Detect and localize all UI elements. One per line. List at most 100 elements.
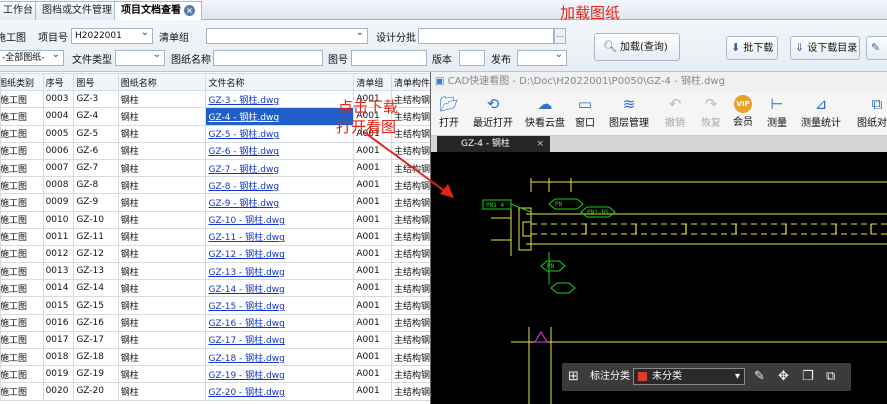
table-row[interactable]: 施工图 0020 GZ-20 钢柱 GZ-20 - 钢柱.dwg A001 主结构钢 (0, 382, 432, 401)
load-query-label: 加载(查询) (619, 42, 668, 53)
ribbon-button-folder[interactable]: 📂︎ 打开 (439, 94, 459, 129)
file-link[interactable]: GZ-17 - 钢柱.dwg (205, 330, 355, 350)
file-link[interactable]: GZ-4 - 钢柱.dwg (205, 107, 355, 126)
table-cell: 0013 (42, 262, 75, 281)
file-link[interactable]: GZ-10 - 钢柱.dwg (205, 210, 355, 229)
drawing-name-label: 图纸名称 (171, 55, 211, 66)
ribbon-button-layers[interactable]: ≋ 图层管理 (609, 94, 649, 129)
col-header[interactable]: 文件名称 (205, 73, 355, 92)
table-cell: GZ-20 (73, 382, 119, 401)
set-download-dir-button[interactable]: ⇓ 设下载目录 (790, 36, 860, 60)
table-row[interactable]: 施工图 0012 GZ-12 钢柱 GZ-12 - 钢柱.dwg A001 主结构钢 (0, 244, 432, 264)
ribbon-button-label: 撤销 (665, 118, 685, 129)
design-batch-picker-button[interactable]: ... (554, 28, 566, 44)
file-link[interactable]: GZ-11 - 钢柱.dwg (205, 227, 355, 246)
ribbon-button-vip[interactable]: VIP 会员 (733, 94, 753, 128)
ribbon-button-label: 恢复 (701, 118, 721, 129)
table-row[interactable]: 施工图 0014 GZ-14 钢柱 GZ-14 - 钢柱.dwg A001 主结构钢 (0, 279, 432, 298)
batch-download-button[interactable]: ⬇ 批下载 (726, 36, 778, 60)
edit-icon[interactable]: ✎ (754, 363, 765, 391)
folder-download-icon: ⇓ (795, 41, 805, 54)
col-header[interactable]: 序号 (42, 73, 75, 92)
drawing-no-input[interactable] (351, 50, 427, 66)
col-header[interactable]: 图纸类别 (0, 73, 44, 92)
file-link[interactable]: GZ-18 - 钢柱.dwg (205, 347, 355, 367)
version-input[interactable] (459, 50, 485, 66)
file-link[interactable]: GZ-8 - 钢柱.dwg (205, 176, 355, 195)
file-link[interactable]: GZ-6 - 钢柱.dwg (205, 141, 355, 160)
table-cell: 钢柱 (117, 90, 207, 109)
file-type-select[interactable] (115, 50, 165, 66)
ribbon-button-redo[interactable]: ↷ 恢复 (701, 94, 721, 129)
table-row[interactable]: 施工图 0015 GZ-15 钢柱 GZ-15 - 钢柱.dwg A001 主结构钢 (0, 296, 432, 315)
table-cell: 施工图 (0, 176, 44, 195)
project-no-select[interactable]: H2022001 (71, 28, 153, 44)
drawing-name-input[interactable] (213, 50, 323, 66)
ribbon-button-undo[interactable]: ↶ 撤销 (665, 94, 685, 129)
category-select[interactable]: -全部图纸- (0, 50, 64, 66)
table-row[interactable]: 施工图 0017 GZ-17 钢柱 GZ-17 - 钢柱.dwg A001 主结构钢 (0, 330, 432, 350)
table-row[interactable]: 施工图 0019 GZ-19 钢柱 GZ-19 - 钢柱.dwg A001 主结构钢 (0, 365, 432, 384)
load-query-button[interactable]: 🔍︎ 加载(查询) (594, 33, 680, 61)
table-cell: 主结构钢 (391, 279, 432, 298)
file-link[interactable]: GZ-16 - 钢柱.dwg (205, 313, 355, 332)
table-cell: GZ-18 (73, 347, 119, 367)
table-cell: 0004 (42, 107, 75, 126)
file-link[interactable]: GZ-9 - 钢柱.dwg (205, 193, 355, 212)
category-dropdown[interactable]: 未分类 ▾ (633, 368, 745, 385)
close-icon[interactable]: × (536, 136, 544, 152)
table-row[interactable]: 施工图 0013 GZ-13 钢柱 GZ-13 - 钢柱.dwg A001 主结构钢 (0, 262, 432, 281)
col-header[interactable]: 图号 (73, 73, 119, 92)
close-icon[interactable]: × (184, 5, 195, 16)
file-link[interactable]: GZ-5 - 钢柱.dwg (205, 124, 355, 143)
table-cell: 主结构钢 (391, 347, 432, 367)
table-cell: 0014 (42, 279, 75, 298)
file-link[interactable]: GZ-13 - 钢柱.dwg (205, 262, 355, 281)
ribbon-button-compare[interactable]: ⧉ 图纸对比 (857, 94, 887, 129)
ribbon-button-clock[interactable]: ⟲ 最近打开 (473, 94, 513, 129)
design-batch-label: 设计分批 (376, 33, 416, 44)
table-cell: 主结构钢 (391, 365, 432, 384)
table-cell: 施工图 (0, 244, 44, 264)
file-link[interactable]: GZ-15 - 钢柱.dwg (205, 296, 355, 315)
file-link[interactable]: GZ-14 - 钢柱.dwg (205, 279, 355, 298)
design-batch-input[interactable] (418, 28, 554, 44)
table-cell: 施工图 (0, 347, 44, 367)
file-link[interactable]: GZ-19 - 钢柱.dwg (205, 365, 355, 384)
publish-select[interactable] (517, 50, 567, 66)
table-cell: GZ-16 (73, 313, 119, 332)
ribbon-button-measure-stats[interactable]: ⊿ 测量统计 (801, 94, 841, 129)
file-link[interactable]: GZ-20 - 钢柱.dwg (205, 382, 355, 401)
ribbon-button-window[interactable]: ▭ 窗口 (575, 94, 595, 129)
table-cell: 施工图 (0, 262, 44, 281)
tab-file-management[interactable]: 图档或文件管理 (35, 1, 119, 20)
compare-icon: ⧉ (871, 95, 883, 113)
col-header[interactable]: 清单组 (353, 73, 392, 92)
grid-icon[interactable]: ⊞ (568, 363, 579, 391)
extra-toolbar-button[interactable]: ✎ (866, 36, 887, 60)
file-link[interactable]: GZ-12 - 钢柱.dwg (205, 244, 355, 264)
paste-icon[interactable]: ⧉ (826, 363, 835, 391)
move-icon[interactable]: ✥ (778, 363, 789, 391)
file-link[interactable]: GZ-3 - 钢柱.dwg (205, 90, 355, 109)
folder-icon: 📂︎ (439, 95, 459, 113)
table-row[interactable]: 施工图 0011 GZ-11 钢柱 GZ-11 - 钢柱.dwg A001 主结构钢 (0, 227, 432, 246)
table-cell: GZ-17 (73, 330, 119, 350)
copy-icon[interactable]: ❐ (802, 363, 814, 391)
table-cell: GZ-15 (73, 296, 119, 315)
file-link[interactable]: GZ-7 - 钢柱.dwg (205, 158, 355, 178)
checklist-select[interactable] (206, 28, 368, 44)
table-row[interactable]: 施工图 0010 GZ-10 钢柱 GZ-10 - 钢柱.dwg A001 主结构钢 (0, 210, 432, 229)
col-header[interactable]: 清单构件 (391, 73, 432, 92)
tab-project-docs[interactable]: 项目文档查看 × (114, 1, 202, 20)
ribbon-button-measure[interactable]: ⊢ 测量 (767, 94, 787, 129)
filter-toolbar: 施工图 项目号 H2022001 清单组 设计分批 ... -全部图纸- 文件类… (0, 20, 887, 72)
table-cell: 施工图 (0, 210, 44, 229)
category-value: 未分类 (652, 371, 682, 382)
table-row[interactable]: 施工图 0016 GZ-16 钢柱 GZ-16 - 钢柱.dwg A001 主结构钢 (0, 313, 432, 332)
measure-icon: ⊢ (770, 95, 784, 113)
table-row[interactable]: 施工图 0018 GZ-18 钢柱 GZ-18 - 钢柱.dwg A001 主结构钢 (0, 347, 432, 367)
col-header[interactable]: 图纸名称 (117, 73, 207, 92)
ribbon-button-cloud[interactable]: ☁ 快看云盘 (525, 94, 565, 129)
tab-workbench[interactable]: 工作台 (0, 1, 40, 20)
